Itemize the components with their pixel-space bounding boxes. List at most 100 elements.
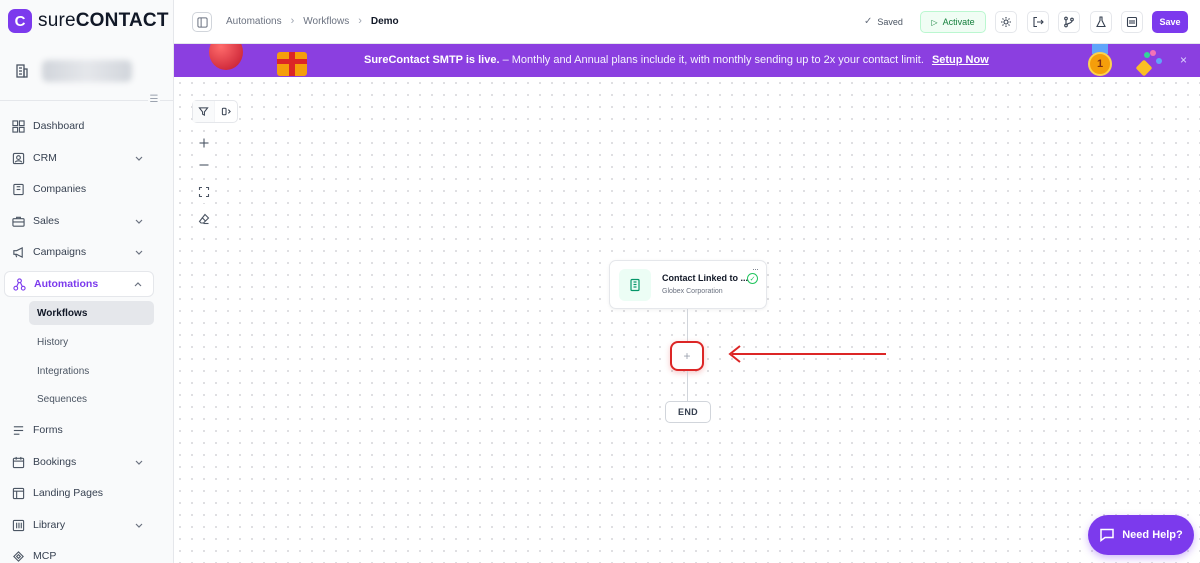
sidebar-item-automations[interactable]: Automations [4,271,154,297]
workflow-canvas[interactable]: Contact Linked to ... Globex Corporation… [174,77,1200,563]
exit-icon [1033,16,1044,28]
collapse-sidebar-icon[interactable]: ☰ [148,95,160,105]
sidebar-subitem-history[interactable]: History [29,330,154,354]
sidebar-item-library[interactable]: Library [4,512,154,538]
connector-line [687,309,688,341]
logo-suffix: CONTACT [75,10,169,31]
settings-button[interactable] [995,11,1017,33]
funnel-icon [198,107,209,116]
status-check-icon: ✓ [747,273,758,284]
top-bar: Automations › Workflows › Demo ✓ Saved ▷… [174,0,1200,44]
flask-icon [1096,16,1106,28]
mcp-icon [11,549,25,563]
node-subtitle: Globex Corporation [662,288,723,295]
minus-icon [199,164,209,166]
logo-mark-icon: C [8,9,32,33]
logo[interactable]: C sureCONTACT [8,9,169,33]
sidebar-item-crm[interactable]: CRM [4,145,154,171]
filter-mode-button[interactable] [193,101,215,122]
logs-button[interactable] [1121,11,1143,33]
breadcrumb-current: Demo [370,15,399,27]
chevron-down-icon [135,156,143,161]
activate-button[interactable]: ▷ Activate [920,11,986,33]
zoom-out-button[interactable] [193,154,215,176]
chevron-right-icon: › [290,15,295,27]
end-node: END [665,401,711,423]
need-help-label: Need Help? [1122,529,1183,541]
sidebar-toggle-button[interactable] [192,12,212,32]
chat-icon [1100,528,1114,542]
breadcrumb-workflows[interactable]: Workflows [303,16,349,27]
sidebar-item-mcp[interactable]: MCP [4,543,154,563]
chevron-up-icon [134,282,142,287]
canvas-mode-toolbar [192,100,238,123]
banner-text: SureContact SMTP is live. – Monthly and … [364,54,989,66]
sidebar-subitem-integrations[interactable]: Integrations [29,359,154,383]
workspace-switcher[interactable] [12,56,162,86]
medal-icon: 1 [1088,52,1112,76]
zoom-in-button[interactable] [193,132,215,154]
sidebar-subitem-sequences[interactable]: Sequences [29,387,154,411]
select-mode-button[interactable] [215,101,237,122]
add-step-button[interactable]: + [670,341,704,371]
banner-message: – Monthly and Annual plans include it, w… [502,54,924,66]
setup-now-link[interactable]: Setup Now [932,54,989,66]
zoom-controls [193,132,215,230]
forms-icon [11,423,25,437]
versions-button[interactable] [1058,11,1080,33]
building-icon [619,269,651,301]
activate-label: Activate [942,17,975,27]
sidebar: C sureCONTACT ☰ Dashboard CRM Companies … [0,0,174,563]
dashboard-icon [11,119,25,133]
exit-button[interactable] [1027,11,1049,33]
trigger-node[interactable]: Contact Linked to ... Globex Corporation… [609,260,767,309]
sidebar-item-landing-pages[interactable]: Landing Pages [4,480,154,506]
test-button[interactable] [1090,11,1112,33]
banner-headline: SureContact SMTP is live. [364,54,500,66]
annotation-arrow-icon [728,345,886,363]
sidebar-item-label: Landing Pages [33,487,104,499]
sidebar-item-bookings[interactable]: Bookings [4,449,154,475]
panel-icon [196,16,208,28]
close-banner-icon[interactable]: × [1180,53,1187,67]
sidebar-item-label: Sales [33,215,60,227]
chevron-down-icon [135,219,143,224]
sidebar-item-sales[interactable]: Sales [4,208,154,234]
sidebar-item-forms[interactable]: Forms [4,417,154,443]
chevron-down-icon [135,523,143,528]
crm-icon [11,151,25,165]
plus-icon [199,138,209,148]
sidebar-item-label: CRM [33,152,57,164]
sidebar-item-campaigns[interactable]: Campaigns [4,239,154,265]
library-icon [11,518,25,532]
sidebar-item-companies[interactable]: Companies [4,176,154,202]
clear-canvas-button[interactable] [193,208,215,230]
landing-pages-icon [11,486,25,500]
git-branch-icon [1064,16,1074,28]
need-help-button[interactable]: Need Help? [1088,515,1194,555]
balloon-icon [209,44,243,70]
saved-label: Saved [877,16,903,27]
sidebar-item-dashboard[interactable]: Dashboard [4,113,154,139]
sidebar-item-label: Campaigns [33,246,87,258]
logo-text: sureCONTACT [38,10,169,32]
party-popper-icon [1135,48,1162,77]
chevron-down-icon [135,460,143,465]
sidebar-item-label: Automations [34,278,99,290]
check-icon: ✓ [864,16,873,27]
building-icon [12,61,32,81]
chevron-down-icon [135,250,143,255]
announcement-banner: SureContact SMTP is live. – Monthly and … [174,44,1200,77]
breadcrumb-automations[interactable]: Automations [226,16,282,27]
fit-view-button[interactable] [193,181,215,203]
chevron-right-icon: › [358,15,362,27]
connector-line [687,371,688,401]
save-button[interactable]: Save [1152,11,1188,33]
automations-icon [12,277,26,291]
log-icon [1126,16,1138,28]
workspace-name-redacted [42,60,132,82]
saved-status: ✓ Saved [864,16,903,27]
sidebar-subitem-workflows[interactable]: Workflows [29,301,154,325]
sidebar-item-label: MCP [33,550,57,562]
sidebar-item-label: Dashboard [33,120,85,132]
